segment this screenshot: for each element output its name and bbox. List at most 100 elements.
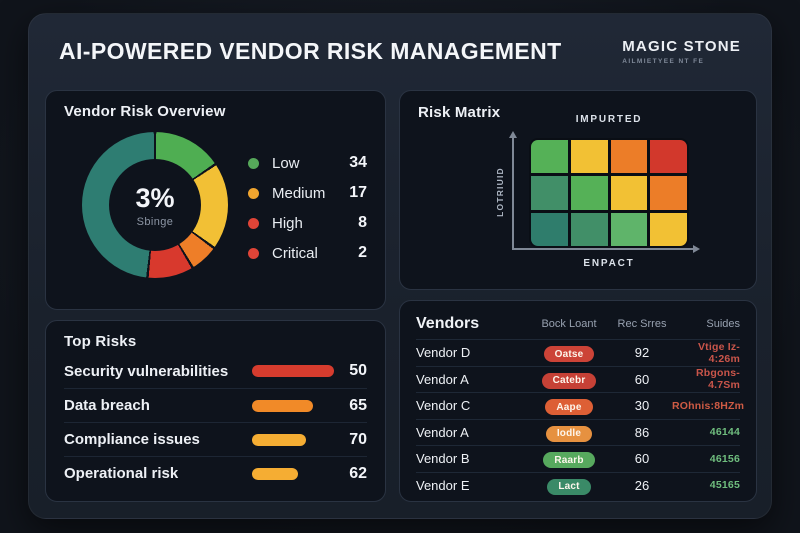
top-risks-list: Security vulnerabilities 50 Data breach 65 C… — [64, 354, 367, 490]
vendor-extra-value: 46144 — [709, 426, 740, 439]
vendor-extra-value: Vtige Iz-4:26m — [697, 340, 740, 365]
vendor-status-badge: Aape — [545, 399, 593, 415]
vendors-panel: Vendors Bock Loant Rec Srres Suides Vend… — [399, 300, 757, 502]
vendor-badge-cell: Catebr — [526, 370, 612, 389]
vendor-score: 92 — [634, 345, 650, 361]
vendor-row[interactable]: Vendor E Lact 26 45165 — [416, 471, 740, 499]
vendor-badge-cell: Iodle — [526, 423, 612, 442]
risk-value: 70 — [349, 430, 367, 448]
vendors-column-header-score: Rec Srres — [617, 318, 667, 330]
legend-item[interactable]: High 8 — [248, 214, 367, 232]
matrix-y-axis-arrow-icon — [509, 131, 517, 138]
top-risk-row: Data breach 65 — [64, 388, 367, 422]
risk-bar-track — [252, 433, 335, 446]
risk-label: Operational risk — [64, 465, 179, 482]
legend-value: 17 — [349, 184, 367, 201]
vendor-row[interactable]: Vendor D Oatse 92 Vtige Iz-4:26m — [416, 339, 740, 366]
vendor-name: Vendor C — [416, 398, 471, 414]
vendor-row[interactable]: Vendor A Iodle 86 46144 — [416, 418, 740, 446]
vendor-score: 60 — [634, 451, 650, 467]
risk-bar — [252, 433, 306, 446]
risk-bar-track — [252, 399, 335, 412]
matrix-side-axis-label: LOTRIUID — [495, 167, 505, 217]
risk-matrix-panel: Risk Matrix IMPURTED LOTRIUID ENPACT — [399, 90, 757, 290]
matrix-y-axis-line — [512, 138, 514, 249]
matrix-cell — [610, 140, 648, 174]
risk-value: 65 — [349, 396, 367, 414]
matrix-x-axis-line — [512, 248, 694, 250]
legend-label: Critical — [272, 244, 318, 262]
top-risk-row: Security vulnerabilities 50 — [64, 354, 367, 388]
vendor-row[interactable]: Vendor C Aape 30 ROhnis:8HZm — [416, 392, 744, 419]
risk-value: 62 — [349, 464, 367, 482]
legend-value: 2 — [358, 244, 367, 261]
matrix-bottom-axis-label: ENPACT — [583, 258, 635, 269]
vendor-name: Vendor A — [416, 371, 469, 387]
vendor-score: 30 — [634, 398, 650, 414]
donut-center: 3% Sbinge — [82, 132, 228, 278]
legend-item[interactable]: Low 34 — [248, 154, 367, 172]
dashboard-header: AI-POWERED VENDOR RISK MANAGEMENT MAGIC … — [29, 14, 771, 88]
legend-label: High — [272, 214, 303, 232]
matrix-x-axis-arrow-icon — [693, 245, 700, 253]
dashboard-card: AI-POWERED VENDOR RISK MANAGEMENT MAGIC … — [28, 13, 772, 519]
vendor-badge-cell: Raarb — [526, 450, 612, 468]
matrix-cell — [610, 176, 648, 210]
top-risk-row: Compliance issues 70 — [64, 422, 367, 456]
vendors-column-header-extra: Suides — [706, 318, 740, 330]
vendor-status-badge: Catebr — [541, 372, 597, 389]
vendor-risk-overview-panel: Vendor Risk Overview 3% Sbinge Low 34 Medi… — [45, 90, 386, 310]
overview-body: 3% Sbinge Low 34 Medium 17 High 8 Critical 2 — [64, 132, 367, 278]
legend-value: 34 — [349, 154, 367, 171]
matrix-panel-title: Risk Matrix — [418, 104, 501, 121]
vendor-score: 60 — [634, 371, 650, 387]
risk-value: 50 — [349, 362, 367, 379]
legend-label: Medium — [272, 184, 326, 202]
brand-logo: MAGIC STONE AILMIETYEE NT FE — [622, 38, 741, 65]
risk-bar — [252, 399, 313, 412]
risk-bar — [252, 467, 298, 480]
vendor-row[interactable]: Vendor B Raarb 60 46156 — [416, 445, 740, 472]
matrix-cell — [610, 212, 648, 246]
legend-item[interactable]: Critical 2 — [248, 244, 367, 262]
risk-matrix-grid — [529, 138, 689, 248]
vendor-row[interactable]: Vendor A Catebr 60 Rbgons-4.7Sm — [416, 365, 740, 393]
vendor-status-badge: Raarb — [543, 452, 595, 468]
risk-label: Data breach — [64, 397, 150, 414]
matrix-cell — [570, 212, 608, 246]
legend-dot-icon — [248, 217, 259, 229]
vendor-status-badge: Oatse — [543, 346, 595, 362]
matrix-top-axis-label: IMPURTED — [575, 114, 643, 125]
legend-dot-icon — [248, 247, 259, 259]
brand-subtitle: AILMIETYEE NT FE — [622, 57, 705, 65]
brand-name: MAGIC STONE — [622, 37, 741, 55]
vendor-score: 26 — [634, 477, 650, 493]
legend-dot-icon — [248, 157, 259, 169]
legend-dot-icon — [248, 187, 259, 199]
legend-label: Low — [272, 154, 300, 172]
matrix-cell — [650, 176, 687, 210]
matrix-cell — [531, 212, 568, 246]
vendor-extra-value: 45165 — [709, 479, 740, 492]
legend-item[interactable]: Medium 17 — [248, 184, 367, 202]
risk-bar-track — [252, 365, 335, 377]
donut-center-value: 3% — [135, 182, 175, 213]
vendor-status-badge: Iodle — [545, 425, 593, 442]
vendors-column-header-badge: Bock Loant — [541, 318, 597, 330]
vendor-extra-value: Rbgons-4.7Sm — [696, 367, 740, 392]
matrix-cell — [650, 212, 687, 246]
legend-value: 8 — [358, 214, 367, 231]
matrix-cell — [650, 140, 687, 174]
vendor-name: Vendor A — [416, 424, 469, 440]
risk-donut-chart[interactable]: 3% Sbinge — [82, 132, 228, 278]
matrix-cell — [570, 140, 608, 174]
vendor-name: Vendor E — [416, 477, 470, 493]
vendor-badge-cell: Lact — [526, 476, 612, 495]
matrix-cell — [531, 140, 568, 174]
risk-label: Compliance issues — [64, 431, 200, 448]
overview-panel-title: Vendor Risk Overview — [64, 103, 226, 120]
top-risks-panel-title: Top Risks — [64, 333, 137, 350]
vendors-panel-title: Vendors — [416, 315, 480, 332]
vendors-table-header: Vendors Bock Loant Rec Srres Suides — [416, 309, 740, 339]
matrix-cell — [570, 176, 608, 210]
